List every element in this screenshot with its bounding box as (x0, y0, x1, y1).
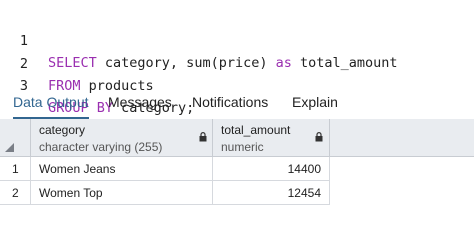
row-number[interactable]: 2 (0, 181, 31, 205)
tab-explain[interactable]: Explain (292, 90, 338, 117)
sql-text: total_amount (291, 55, 398, 71)
table-cell-total-amount[interactable]: 14400 (213, 157, 330, 181)
grid-corner[interactable] (0, 119, 31, 157)
select-all-icon (5, 143, 14, 152)
sql-editor[interactable]: 1 SELECT category, sum(price) as total_a… (0, 0, 474, 116)
row-number[interactable]: 1 (0, 157, 31, 181)
tab-data-output[interactable]: Data Output (13, 90, 89, 119)
code-line: 1 SELECT category, sum(price) as total_a… (0, 8, 398, 71)
sql-text: category, sum(price) (96, 55, 276, 71)
column-type: character varying (255) (39, 140, 163, 154)
table-cell-category[interactable]: Women Top (31, 181, 213, 205)
table-cell-total-amount[interactable]: 12454 (213, 181, 330, 205)
sql-keyword: as (275, 55, 292, 71)
tab-messages[interactable]: Messages (108, 90, 172, 117)
data-grid: category character varying (255) total_a… (0, 119, 474, 214)
code-line: 3 GROUP BY category; (0, 53, 194, 116)
code-line: 2 FROM products (0, 31, 154, 94)
column-header-category[interactable]: category character varying (255) (31, 119, 213, 157)
table-cell-category[interactable]: Women Jeans (31, 157, 213, 181)
sql-keyword: SELECT (48, 55, 97, 71)
tab-notifications[interactable]: Notifications (192, 90, 268, 117)
column-name: category (39, 123, 86, 137)
column-type: numeric (221, 140, 264, 154)
lock-icon (199, 132, 207, 142)
column-name: total_amount (221, 123, 291, 137)
column-header-total-amount[interactable]: total_amount numeric (213, 119, 330, 157)
lock-icon (315, 132, 323, 142)
output-tabs: Data Output Messages Notifications Expla… (0, 90, 474, 120)
header-filler (330, 119, 474, 157)
